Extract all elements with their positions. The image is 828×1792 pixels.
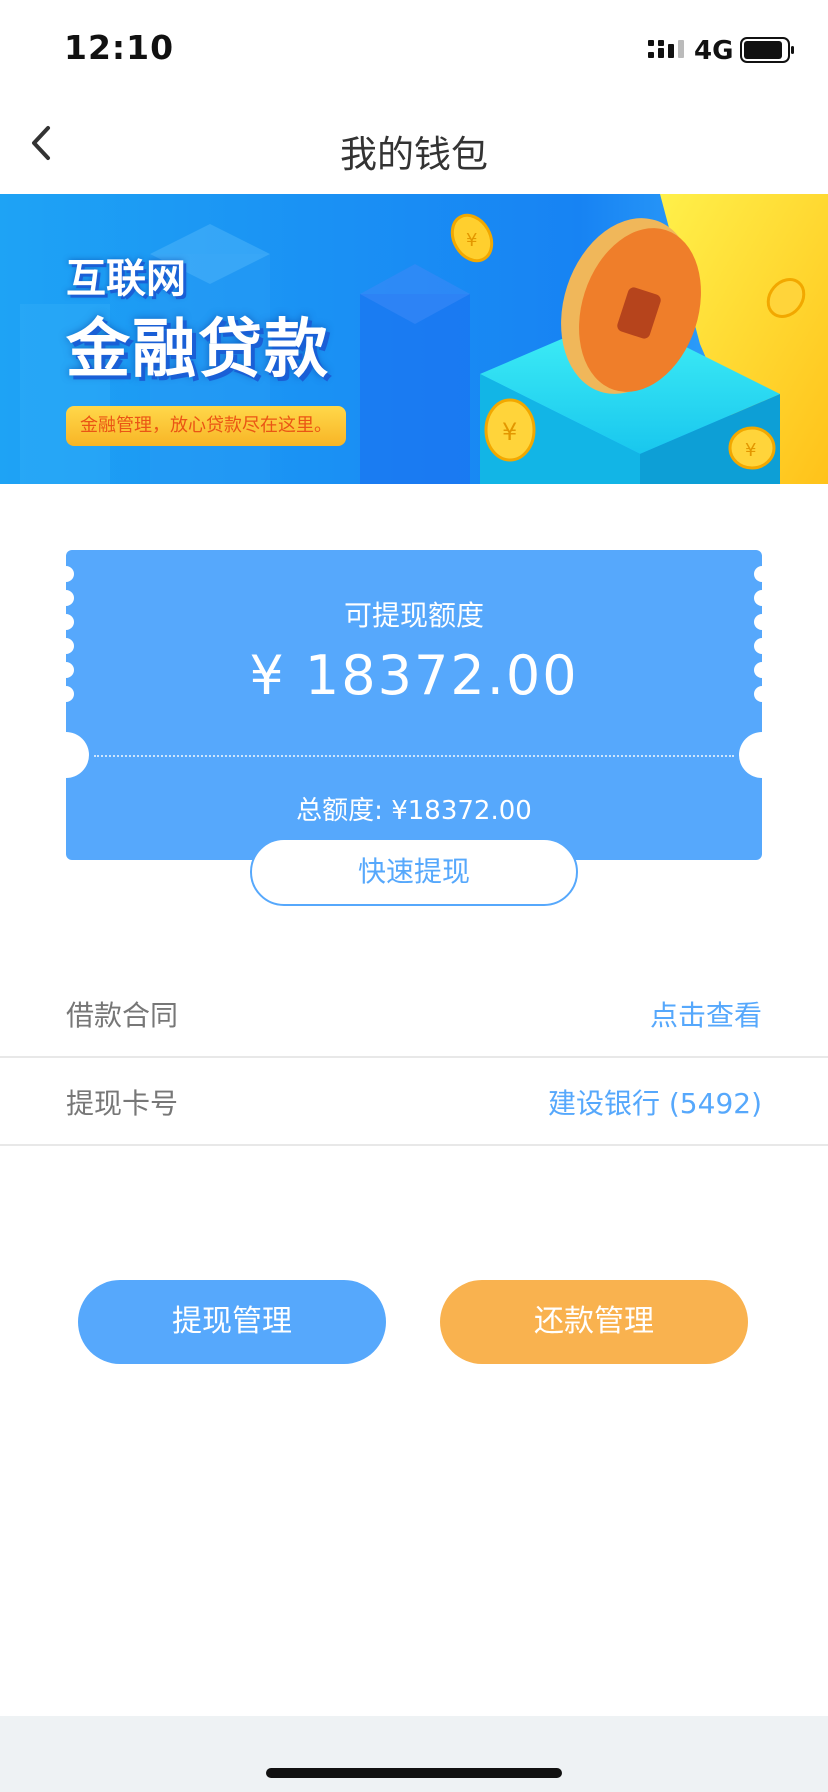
view-contract-link[interactable]: 点击查看 — [650, 994, 762, 1034]
promo-banner[interactable]: ¥ ¥ ¥ 互联网 金融贷款 金融管理，放心贷款尽在这里。 — [0, 194, 828, 484]
bank-card-value[interactable]: 建设银行 (5492) — [548, 1082, 762, 1122]
quick-withdraw-button[interactable]: 快速提现 — [250, 838, 578, 906]
banner-tagline: 金融管理，放心贷款尽在这里。 — [66, 406, 346, 446]
ticket-notch — [739, 732, 785, 778]
network-type: 4G — [694, 36, 734, 66]
page-title: 我的钱包 — [340, 133, 488, 176]
wallet-balance-card: 可提现额度 ¥ 18372.00 总额度: ¥18372.00 — [43, 550, 785, 860]
status-bar: 12:10 4G — [0, 0, 828, 92]
svg-text:¥: ¥ — [502, 418, 517, 446]
banner-title-line2: 金融贷款 — [66, 313, 330, 387]
svg-text:¥: ¥ — [745, 440, 756, 461]
battery-icon — [740, 37, 794, 63]
ticket-divider — [94, 755, 734, 757]
available-amount: ¥ 18372.00 — [249, 644, 579, 707]
loan-contract-row[interactable]: 借款合同 点击查看 — [0, 970, 828, 1058]
status-time: 12:10 — [64, 28, 175, 67]
home-indicator[interactable] — [266, 1768, 562, 1778]
repayment-management-button[interactable]: 还款管理 — [440, 1280, 748, 1364]
withdraw-management-button[interactable]: 提现管理 — [78, 1280, 386, 1364]
bottom-safe-area — [0, 1716, 828, 1792]
ticket-notch — [43, 732, 89, 778]
svg-text:¥: ¥ — [466, 230, 477, 251]
total-amount: 总额度: ¥18372.00 — [296, 796, 532, 826]
row-label: 借款合同 — [66, 999, 179, 1032]
ticket-scallop — [58, 566, 74, 582]
withdraw-card-row[interactable]: 提现卡号 建设银行 (5492) — [0, 1058, 828, 1146]
wallet-screen: 12:10 4G 我的钱包 ¥ ¥ ¥ 互联网 金融贷款 金融管理，放心贷款尽在… — [0, 0, 828, 1792]
signal-icon — [648, 40, 684, 58]
banner-title-line1: 互联网 — [66, 256, 186, 302]
nav-bar: 我的钱包 — [0, 92, 828, 194]
row-label: 提现卡号 — [66, 1087, 179, 1120]
ticket-scallop — [754, 566, 770, 582]
available-label: 可提现额度 — [343, 599, 484, 632]
